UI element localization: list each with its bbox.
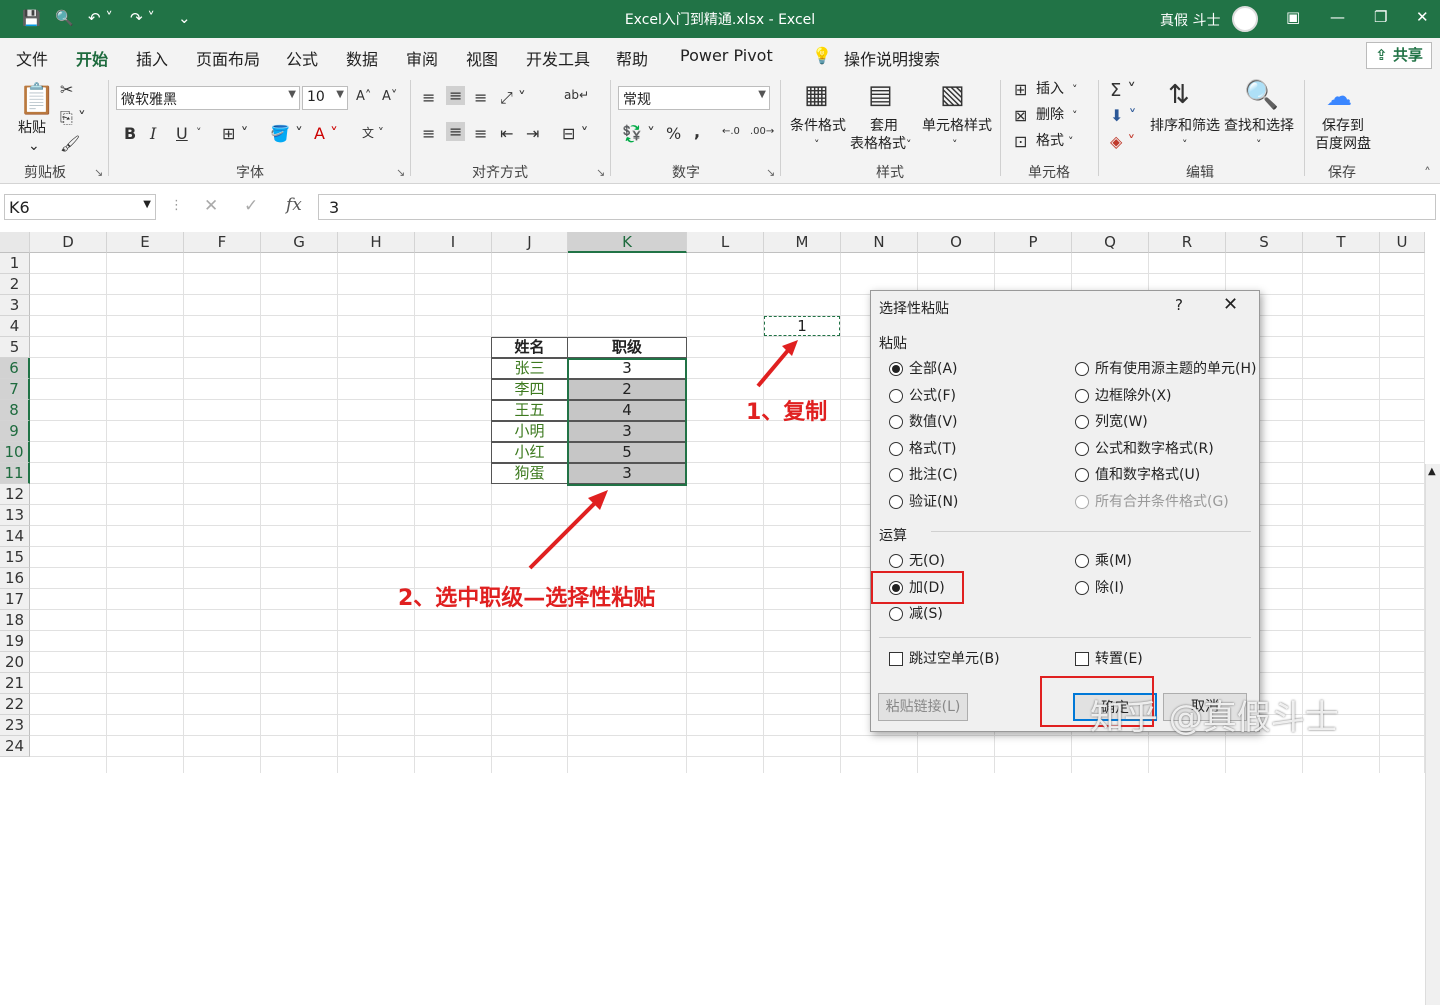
paste-left-radio-0[interactable]: 全部(A) — [889, 359, 958, 379]
paste-section-label: 粘贴 — [879, 336, 907, 352]
paste-right-radio-0[interactable]: 所有使用源主题的单元(H) — [1075, 359, 1256, 379]
paste-left-radio-1[interactable]: 公式(F) — [889, 386, 956, 406]
paste-right-radio-2[interactable]: 列宽(W) — [1075, 412, 1148, 432]
annotation-step1: 1、复制 — [746, 400, 828, 425]
paste-special-dialog: 选择性粘贴 ? ✕ 粘贴 全部(A) 公式(F) 数值(V) 格式(T) 批注(C) 验证… — [870, 290, 1260, 732]
arrow-line-2 — [528, 498, 600, 570]
paste-right-radio-3[interactable]: 公式和数字格式(R) — [1075, 439, 1214, 459]
help-icon[interactable]: ? — [1175, 296, 1183, 314]
operation-left-radio-2[interactable]: 减(S) — [889, 604, 943, 624]
watermark: 知乎 @真假斗士 — [1090, 698, 1339, 738]
operation-left-radio-0[interactable]: 无(O) — [889, 551, 945, 571]
paste-left-radio-2[interactable]: 数值(V) — [889, 412, 958, 432]
transpose-checkbox[interactable]: 转置(E) — [1075, 649, 1143, 669]
skip-blanks-checkbox[interactable]: 跳过空单元(B) — [889, 649, 1000, 669]
paste-link-button[interactable]: 粘贴链接(L) — [878, 693, 968, 721]
divider — [879, 637, 1251, 638]
paste-left-radio-5[interactable]: 验证(N) — [889, 492, 958, 512]
close-icon[interactable]: ✕ — [1223, 294, 1238, 315]
operation-right-radio-1[interactable]: 除(I) — [1075, 578, 1124, 598]
paste-right-radio-4[interactable]: 值和数字格式(U) — [1075, 465, 1200, 485]
dialog-title: 选择性粘贴 — [879, 301, 949, 317]
paste-right-radio-1[interactable]: 边框除外(X) — [1075, 386, 1172, 406]
paste-left-radio-4[interactable]: 批注(C) — [889, 465, 958, 485]
operation-right-radio-0[interactable]: 乘(M) — [1075, 551, 1132, 571]
annotation-step2: 2、选中职级—选择性粘贴 — [398, 586, 656, 611]
paste-left-radio-3[interactable]: 格式(T) — [889, 439, 956, 459]
highlight-add-option — [871, 571, 964, 604]
divider — [931, 531, 1251, 532]
arrow-line-1 — [756, 346, 792, 388]
operation-section-label: 运算 — [879, 528, 907, 544]
paste-right-radio-5[interactable]: 所有合并条件格式(G) — [1075, 492, 1229, 512]
